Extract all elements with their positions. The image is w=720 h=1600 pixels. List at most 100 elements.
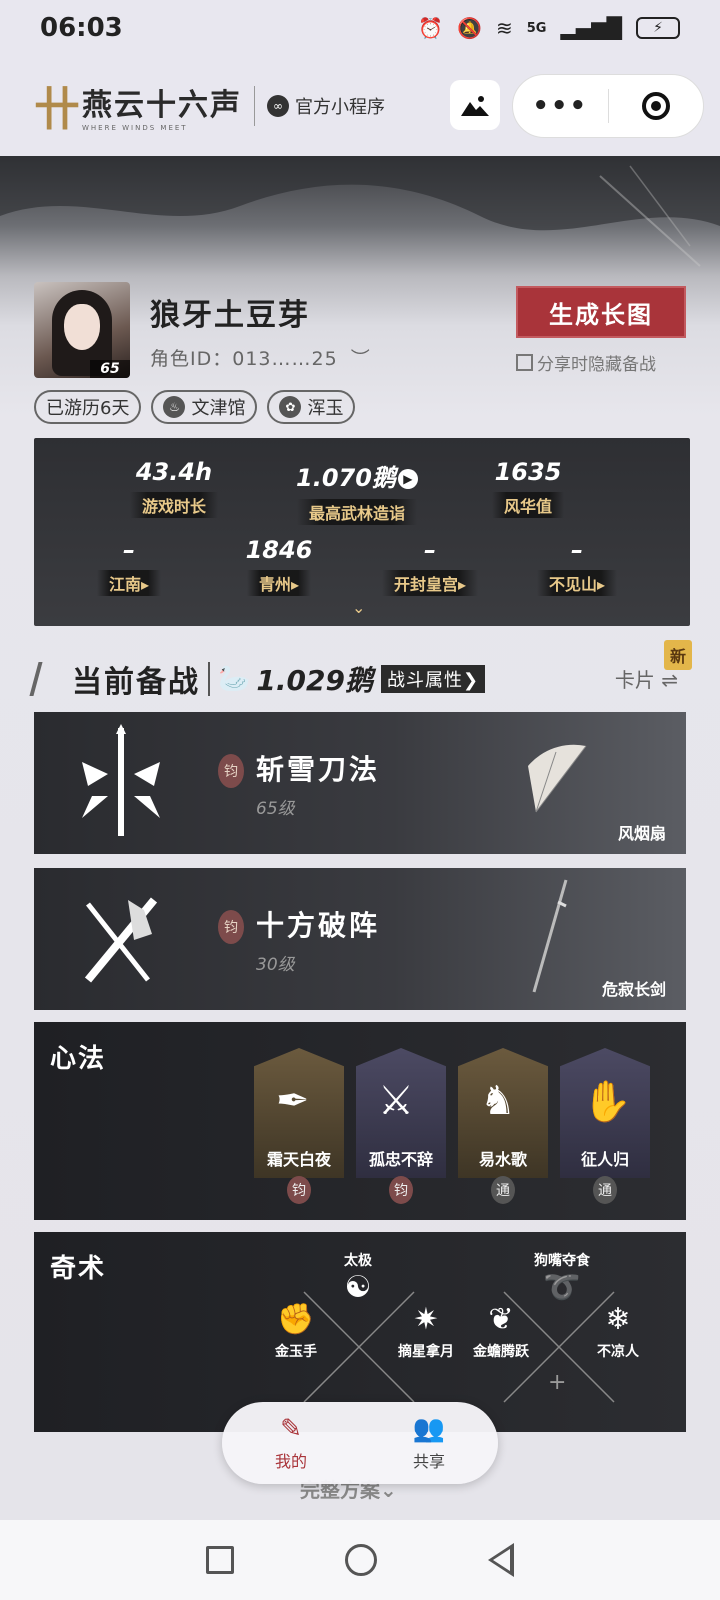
taiji-icon: ☯ <box>344 1270 372 1305</box>
stat-fenghua: 1635 风华值 <box>492 458 565 518</box>
weapon-level: 30级 <box>256 955 295 975</box>
xinfa-skill-1[interactable]: ✒ 霜天白夜 钧 <box>254 1048 344 1208</box>
region-bujianshan[interactable]: – 不见山▸ <box>522 536 632 596</box>
profile-tags: 已游历6天 ♨ 文津馆 ✿ 浑玉 <box>34 390 356 424</box>
avatar[interactable]: 65 <box>34 282 130 378</box>
bottom-tab-bar: ✎ 我的 👥 共享 <box>222 1402 498 1484</box>
qishu-buliangren[interactable]: ❄ 不凉人 <box>578 1302 658 1361</box>
xinfa-card[interactable]: 心法 ✒ 霜天白夜 钧 ⚔ 孤忠不辞 钧 ♞ 易水歌 通 ✋ 征人归 通 <box>34 1022 686 1220</box>
status-icons: ⏰ 🔕 ≋ 5G ▂▄▆█ ⚡ <box>418 16 680 40</box>
xinfa-skill-4[interactable]: ✋ 征人归 通 <box>560 1048 650 1208</box>
toad-leap-icon: ❦ <box>488 1302 514 1337</box>
skill-glyph-icon: ⚔ <box>378 1078 414 1124</box>
weapon-card-1[interactable]: 钧 斩雪刀法 65级 风烟扇 <box>34 712 686 854</box>
logo-subtext: WHERE WINDS MEET <box>82 124 188 132</box>
qishu-taiji[interactable]: 太极 ☯ <box>318 1250 398 1309</box>
battle-section-header: 当前备战 🦢 1.029鹅 战斗属性❯ 卡片 ⇌ 新 <box>29 640 692 704</box>
skill-name: 霜天白夜 <box>266 1150 331 1169</box>
header-separator <box>208 662 210 696</box>
qishu-gouzui[interactable]: 狗嘴夺食 ➰ <box>512 1250 612 1309</box>
status-bar: 06:03 ⏰ 🔕 ≋ 5G ▂▄▆█ ⚡ <box>0 0 720 56</box>
mini-program-capsule: ••• <box>512 74 704 138</box>
player-name: 狼牙土豆芽 <box>150 298 310 333</box>
mountain-image-icon <box>461 96 489 116</box>
avatar-level: 65 <box>90 360 130 378</box>
skill-name: 孤忠不辞 <box>368 1150 433 1169</box>
swirl-icon: ➰ <box>543 1270 581 1305</box>
weapon-item-name: 危寂长剑 <box>601 980 666 999</box>
xinfa-skill-3[interactable]: ♞ 易水歌 通 <box>458 1048 548 1208</box>
tag-path: ✿ 浑玉 <box>267 390 356 424</box>
xinfa-skill-2[interactable]: ⚔ 孤忠不辞 钧 <box>356 1048 446 1208</box>
tab-mine[interactable]: ✎ 我的 <box>222 1402 360 1484</box>
region-qingzhou[interactable]: 1846 青州▸ <box>224 536 334 596</box>
tier-badge: 钧 <box>218 910 244 944</box>
app-header: 卄 燕云十六声 WHERE WINDS MEET ∞ 官方小程序 ••• <box>0 56 720 156</box>
fist-icon: ✊ <box>277 1302 315 1337</box>
recent-apps-button[interactable] <box>205 1546 234 1574</box>
back-button[interactable] <box>488 1543 515 1577</box>
generate-long-image-button[interactable]: 生成长图 <box>516 286 686 338</box>
tag-travel-days: 已游历6天 <box>34 390 142 424</box>
hide-battle-checkbox[interactable] <box>516 354 533 371</box>
combat-attributes-button[interactable]: 战斗属性❯ <box>380 665 486 693</box>
ink-background-decor <box>0 156 720 267</box>
battery-icon: ⚡ <box>636 17 680 39</box>
weapon-level: 65级 <box>256 799 295 819</box>
sword-icon <box>532 879 568 993</box>
network-label: 5G <box>526 20 547 36</box>
skill-name: 易水歌 <box>478 1150 527 1169</box>
new-badge: 新 <box>663 640 692 670</box>
close-mini-program-button[interactable] <box>609 92 704 120</box>
path-icon: ✿ <box>279 396 302 418</box>
battle-score: 1.029鹅 <box>256 664 373 697</box>
status-time: 06:03 <box>40 13 123 43</box>
skill-tier: 通 <box>593 1176 617 1204</box>
hide-battle-option[interactable]: 分享时隐藏备战 <box>516 350 656 375</box>
eye-closed-icon[interactable]: ︶ <box>351 348 371 370</box>
weapon-name: 斩雪刀法 <box>256 753 381 786</box>
signal-icon: ▂▄▆█ <box>560 16 622 40</box>
goose-icon: 🦢 <box>218 664 251 694</box>
qishu-jinchan[interactable]: ❦ 金蟾腾跃 <box>456 1302 546 1361</box>
weapon-name: 十方破阵 <box>256 909 381 942</box>
crossed-swords-icon <box>84 897 158 983</box>
image-button[interactable] <box>450 80 500 130</box>
alarm-icon: ⏰ <box>418 16 444 40</box>
qishu-jinyushou[interactable]: ✊ 金玉手 <box>256 1302 336 1361</box>
brush-stroke-icon <box>29 662 67 696</box>
hide-battle-label: 分享时隐藏备战 <box>537 355 656 375</box>
skill-tier: 钧 <box>389 1176 413 1204</box>
logo-text: 燕云十六声 <box>82 88 242 123</box>
more-menu-button[interactable]: ••• <box>513 91 608 121</box>
expand-chevron-icon[interactable]: ⌄ <box>352 598 365 617</box>
stat-wulin[interactable]: 1.070鹅 ▶ 最高武林造诣 <box>296 458 418 525</box>
figure-icon: ❄ <box>605 1302 631 1337</box>
home-button[interactable] <box>344 1544 377 1576</box>
arrow-right-icon: ▶ <box>397 469 418 489</box>
logo-mark-icon: 卄 <box>34 82 80 136</box>
mini-program-tag: ∞ 官方小程序 <box>267 93 385 119</box>
region-jiangnan[interactable]: – 江南▸ <box>74 536 184 596</box>
xinfa-title: 心法 <box>50 1044 107 1074</box>
qishu-zhaixing[interactable]: ✷ 摘星拿月 <box>386 1302 466 1361</box>
skill-glyph-icon: ✒ <box>276 1078 310 1124</box>
stats-panel: 43.4h 游戏时长 1.070鹅 ▶ 最高武林造诣 1635 风华值 – 江南▸… <box>34 438 690 626</box>
tab-share[interactable]: 👥 共享 <box>360 1402 498 1484</box>
add-slot-icon[interactable]: + <box>548 1370 566 1395</box>
mute-icon: 🔕 <box>457 16 482 40</box>
skill-glyph-icon: ✋ <box>582 1079 632 1125</box>
star-grab-icon: ✷ <box>413 1302 439 1337</box>
brush-card-icon: ✎ <box>280 1414 302 1444</box>
link-icon: ∞ <box>267 95 289 117</box>
main-content[interactable]: 65 狼牙土豆芽 角色ID：013……25 ︶ 生成长图 分享时隐藏备战 已游历… <box>0 156 720 1520</box>
skill-tier: 通 <box>491 1176 515 1204</box>
header-divider <box>254 86 255 126</box>
blade-emblem-icon <box>82 724 160 836</box>
system-nav-bar <box>0 1520 720 1600</box>
weapon-card-2[interactable]: 钧 十方破阵 30级 危寂长剑 <box>34 868 686 1010</box>
sect-icon: ♨ <box>163 396 186 418</box>
stat-playtime: 43.4h 游戏时长 <box>130 458 219 518</box>
region-kaifeng-palace[interactable]: – 开封皇宫▸ <box>368 536 492 596</box>
tier-badge: 钧 <box>218 754 244 788</box>
